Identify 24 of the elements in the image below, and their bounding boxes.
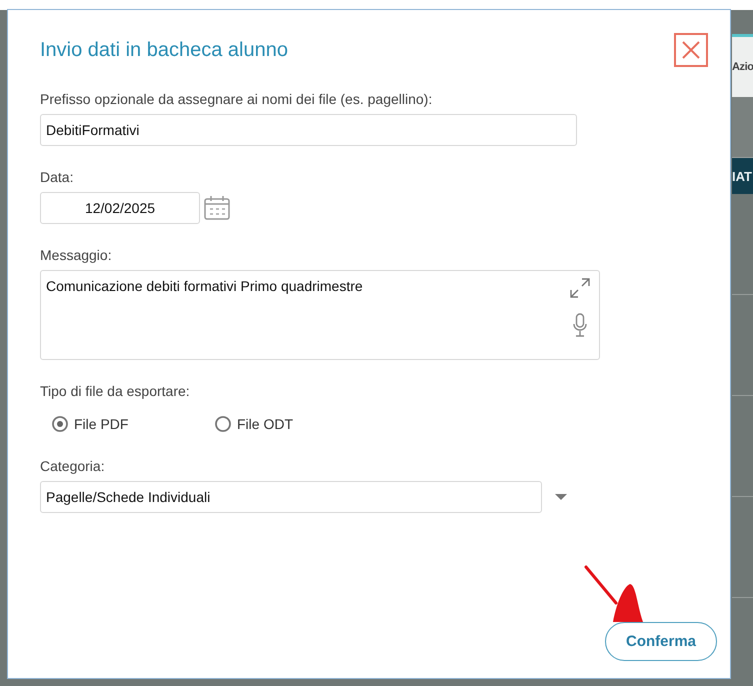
- column-header: Azio: [732, 61, 753, 73]
- category-select[interactable]: Pagelle/Schede Individuali: [40, 481, 542, 513]
- date-field[interactable]: 12/02/2025: [40, 192, 200, 224]
- close-button[interactable]: [674, 33, 708, 67]
- caret-icon[interactable]: [555, 494, 567, 500]
- dialog-title: Invio dati in bacheca alunno: [40, 38, 288, 62]
- field-label: Data:: [40, 168, 74, 186]
- field-label: Tipo di file da esportare:: [40, 382, 191, 400]
- field-label: Messaggio:: [40, 246, 113, 264]
- microphone-icon[interactable]: [573, 313, 587, 337]
- input-field[interactable]: DebitiFormativi: [40, 114, 577, 146]
- annotation-arrow: [584, 566, 643, 622]
- header-bar-label: IAT: [732, 168, 752, 184]
- expand-icon[interactable]: [569, 277, 591, 299]
- close-icon: [682, 41, 700, 59]
- radio-selected-icon[interactable]: [52, 416, 68, 432]
- radio-empty-icon[interactable]: [215, 416, 231, 432]
- field-label: Categoria:: [40, 457, 106, 475]
- confirm-button[interactable]: Conferma: [605, 622, 717, 661]
- radio-option[interactable]: File ODT: [215, 416, 378, 432]
- message-field[interactable]: Comunicazione debiti formativi Primo quadrimestre: [40, 270, 600, 360]
- field-label: Prefisso opzionale da assegnare ai nomi dei file (es. pagellino):: [40, 90, 434, 108]
- calendar-icon[interactable]: [203, 195, 231, 221]
- radio-option[interactable]: File PDF: [52, 416, 215, 432]
